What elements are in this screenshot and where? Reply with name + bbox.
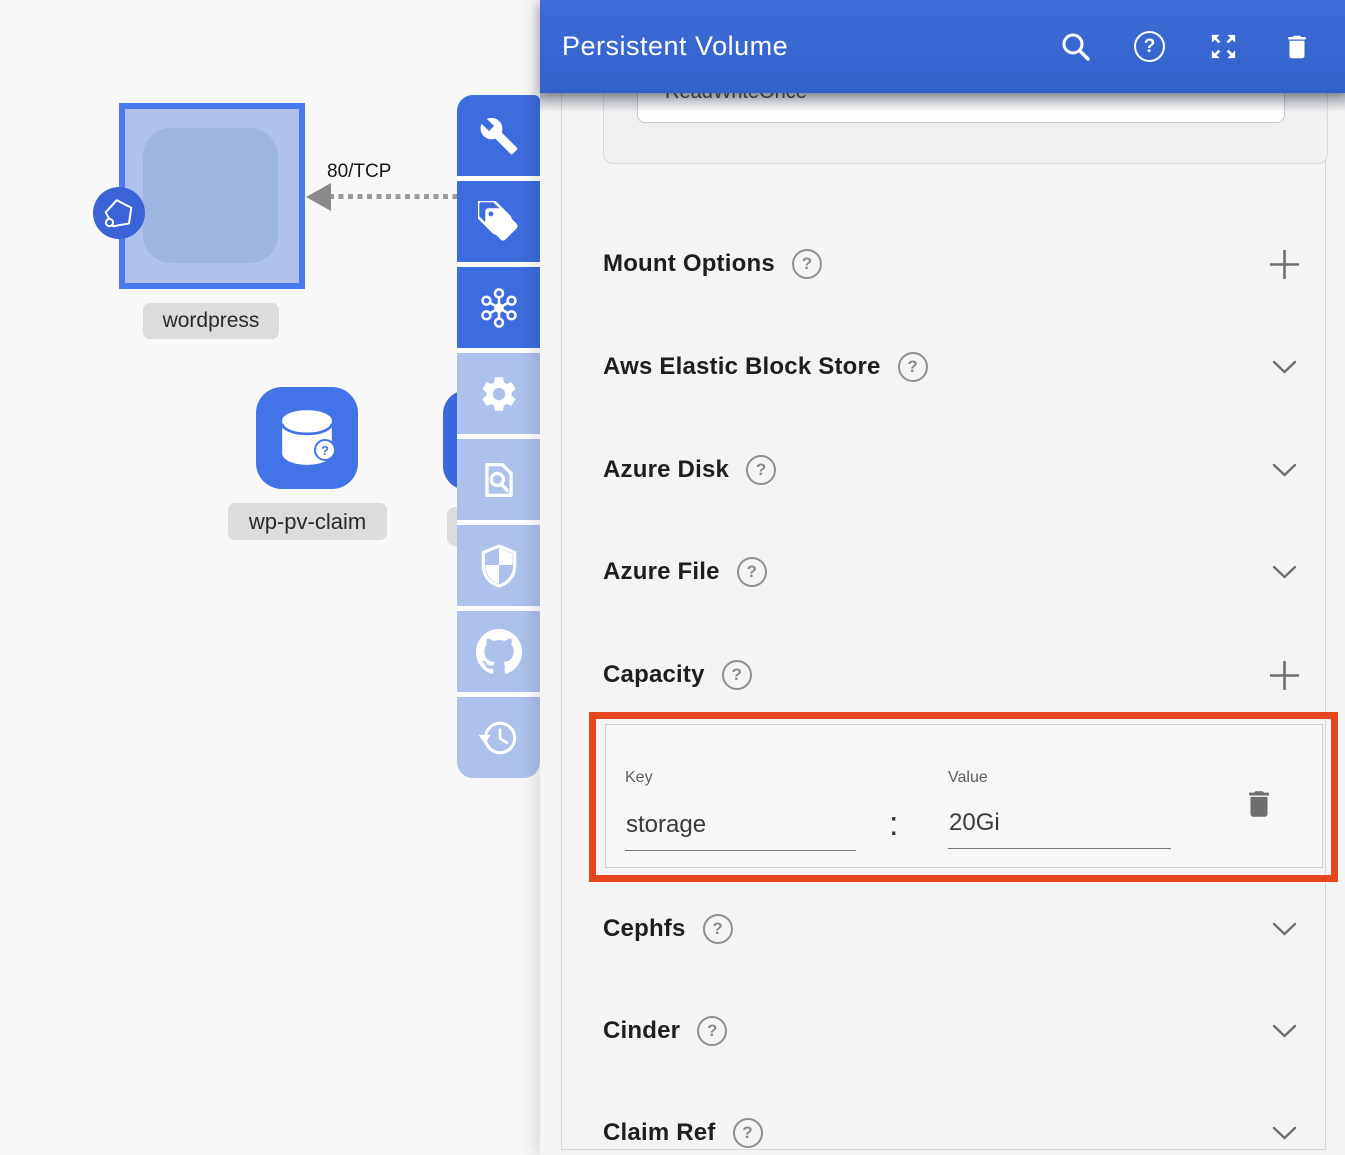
toolbar-wrench-button[interactable] bbox=[457, 95, 540, 176]
delete-button[interactable] bbox=[1281, 31, 1313, 63]
section-label: Cephfs bbox=[603, 915, 686, 943]
panel-form-container: Mount Options ? Aws Elastic Block Store … bbox=[561, 0, 1326, 1150]
help-icon[interactable]: ? bbox=[703, 914, 733, 944]
wrench-icon bbox=[479, 116, 519, 156]
app-root: wordpress 80/TCP ? wp-pv-claim bbox=[0, 0, 1345, 1155]
toolbar-hub-button[interactable] bbox=[457, 267, 540, 348]
toolbar-github-button[interactable] bbox=[457, 611, 540, 692]
add-button[interactable] bbox=[1268, 248, 1300, 280]
tag-icon bbox=[478, 201, 520, 243]
capacity-entry-highlight: Key : Value bbox=[589, 712, 1338, 882]
edge-dotted-line bbox=[329, 194, 470, 199]
add-button[interactable] bbox=[1268, 659, 1300, 691]
toolbar-gear-button[interactable] bbox=[457, 353, 540, 434]
node-wp-pv-claim[interactable] bbox=[256, 387, 358, 489]
search-button[interactable] bbox=[1060, 31, 1092, 63]
github-icon bbox=[476, 629, 522, 675]
chevron-down-icon[interactable] bbox=[1268, 913, 1300, 945]
panel-title: Persistent Volume bbox=[540, 31, 1060, 62]
side-toolbar bbox=[457, 95, 540, 778]
help-icon[interactable]: ? bbox=[792, 249, 822, 279]
section-label: Capacity bbox=[603, 661, 705, 689]
section-label: Azure Disk bbox=[603, 456, 729, 484]
section-mount-options: Mount Options ? bbox=[603, 238, 1300, 290]
section-label: Mount Options bbox=[603, 250, 775, 278]
node-label-wordpress: wordpress bbox=[143, 303, 279, 339]
panel-header: Persistent Volume ? bbox=[540, 0, 1345, 93]
edge-label: 80/TCP bbox=[327, 161, 391, 183]
section-label: Azure File bbox=[603, 558, 720, 586]
toolbar-history-button[interactable] bbox=[457, 697, 540, 778]
section-azure-file: Azure File ? bbox=[603, 546, 1300, 598]
help-icon[interactable]: ? bbox=[722, 660, 752, 690]
node-wordpress-body bbox=[143, 128, 278, 263]
section-aws-ebs: Aws Elastic Block Store ? bbox=[603, 341, 1300, 393]
chevron-down-icon[interactable] bbox=[1268, 1117, 1300, 1149]
help-icon[interactable]: ? bbox=[746, 455, 776, 485]
toolbar-shield-button[interactable] bbox=[457, 525, 540, 606]
node-label-wp-pv-claim: wp-pv-claim bbox=[228, 503, 387, 540]
toolbar-tag-button[interactable] bbox=[457, 181, 540, 262]
chevron-down-icon[interactable] bbox=[1268, 1015, 1300, 1047]
delete-entry-button[interactable] bbox=[1240, 781, 1278, 827]
expand-icon bbox=[1208, 31, 1239, 62]
section-azure-disk: Azure Disk ? bbox=[603, 444, 1300, 496]
value-label: Value bbox=[948, 769, 988, 787]
file-search-icon bbox=[477, 458, 521, 502]
section-cinder: Cinder ? bbox=[603, 1005, 1300, 1057]
key-value-separator: : bbox=[889, 805, 898, 844]
section-label: Aws Elastic Block Store bbox=[603, 353, 881, 381]
section-cephfs: Cephfs ? bbox=[603, 903, 1300, 955]
node-wordpress[interactable] bbox=[119, 103, 305, 289]
help-icon[interactable]: ? bbox=[737, 557, 767, 587]
pod-pentagon-icon bbox=[93, 187, 145, 239]
hub-icon bbox=[476, 285, 522, 331]
section-claim-ref: Claim Ref ? bbox=[603, 1107, 1300, 1155]
chevron-down-icon[interactable] bbox=[1268, 454, 1300, 486]
question-badge: ? bbox=[314, 439, 336, 461]
chevron-down-icon[interactable] bbox=[1268, 556, 1300, 588]
gear-icon bbox=[478, 373, 520, 415]
chevron-down-icon[interactable] bbox=[1268, 351, 1300, 383]
capacity-key-input[interactable] bbox=[625, 811, 856, 851]
trash-icon bbox=[1242, 784, 1276, 824]
shield-icon bbox=[478, 543, 520, 589]
toolbar-file-search-button[interactable] bbox=[457, 439, 540, 520]
section-label: Claim Ref bbox=[603, 1119, 716, 1147]
history-icon bbox=[476, 715, 522, 761]
help-button[interactable]: ? bbox=[1134, 31, 1165, 62]
help-icon[interactable]: ? bbox=[697, 1016, 727, 1046]
help-icon[interactable]: ? bbox=[733, 1118, 763, 1148]
section-label: Cinder bbox=[603, 1017, 680, 1045]
capacity-entry-row: Key : Value bbox=[605, 724, 1323, 868]
key-label: Key bbox=[625, 769, 653, 787]
section-capacity: Capacity ? bbox=[603, 649, 1300, 701]
expand-button[interactable] bbox=[1207, 31, 1239, 63]
search-icon bbox=[1060, 31, 1092, 63]
trash-icon bbox=[1282, 32, 1312, 62]
help-icon[interactable]: ? bbox=[898, 352, 928, 382]
edge-arrowhead-icon bbox=[306, 183, 331, 211]
capacity-value-input[interactable] bbox=[948, 809, 1171, 849]
properties-panel: Mount Options ? Aws Elastic Block Store … bbox=[540, 0, 1345, 1155]
